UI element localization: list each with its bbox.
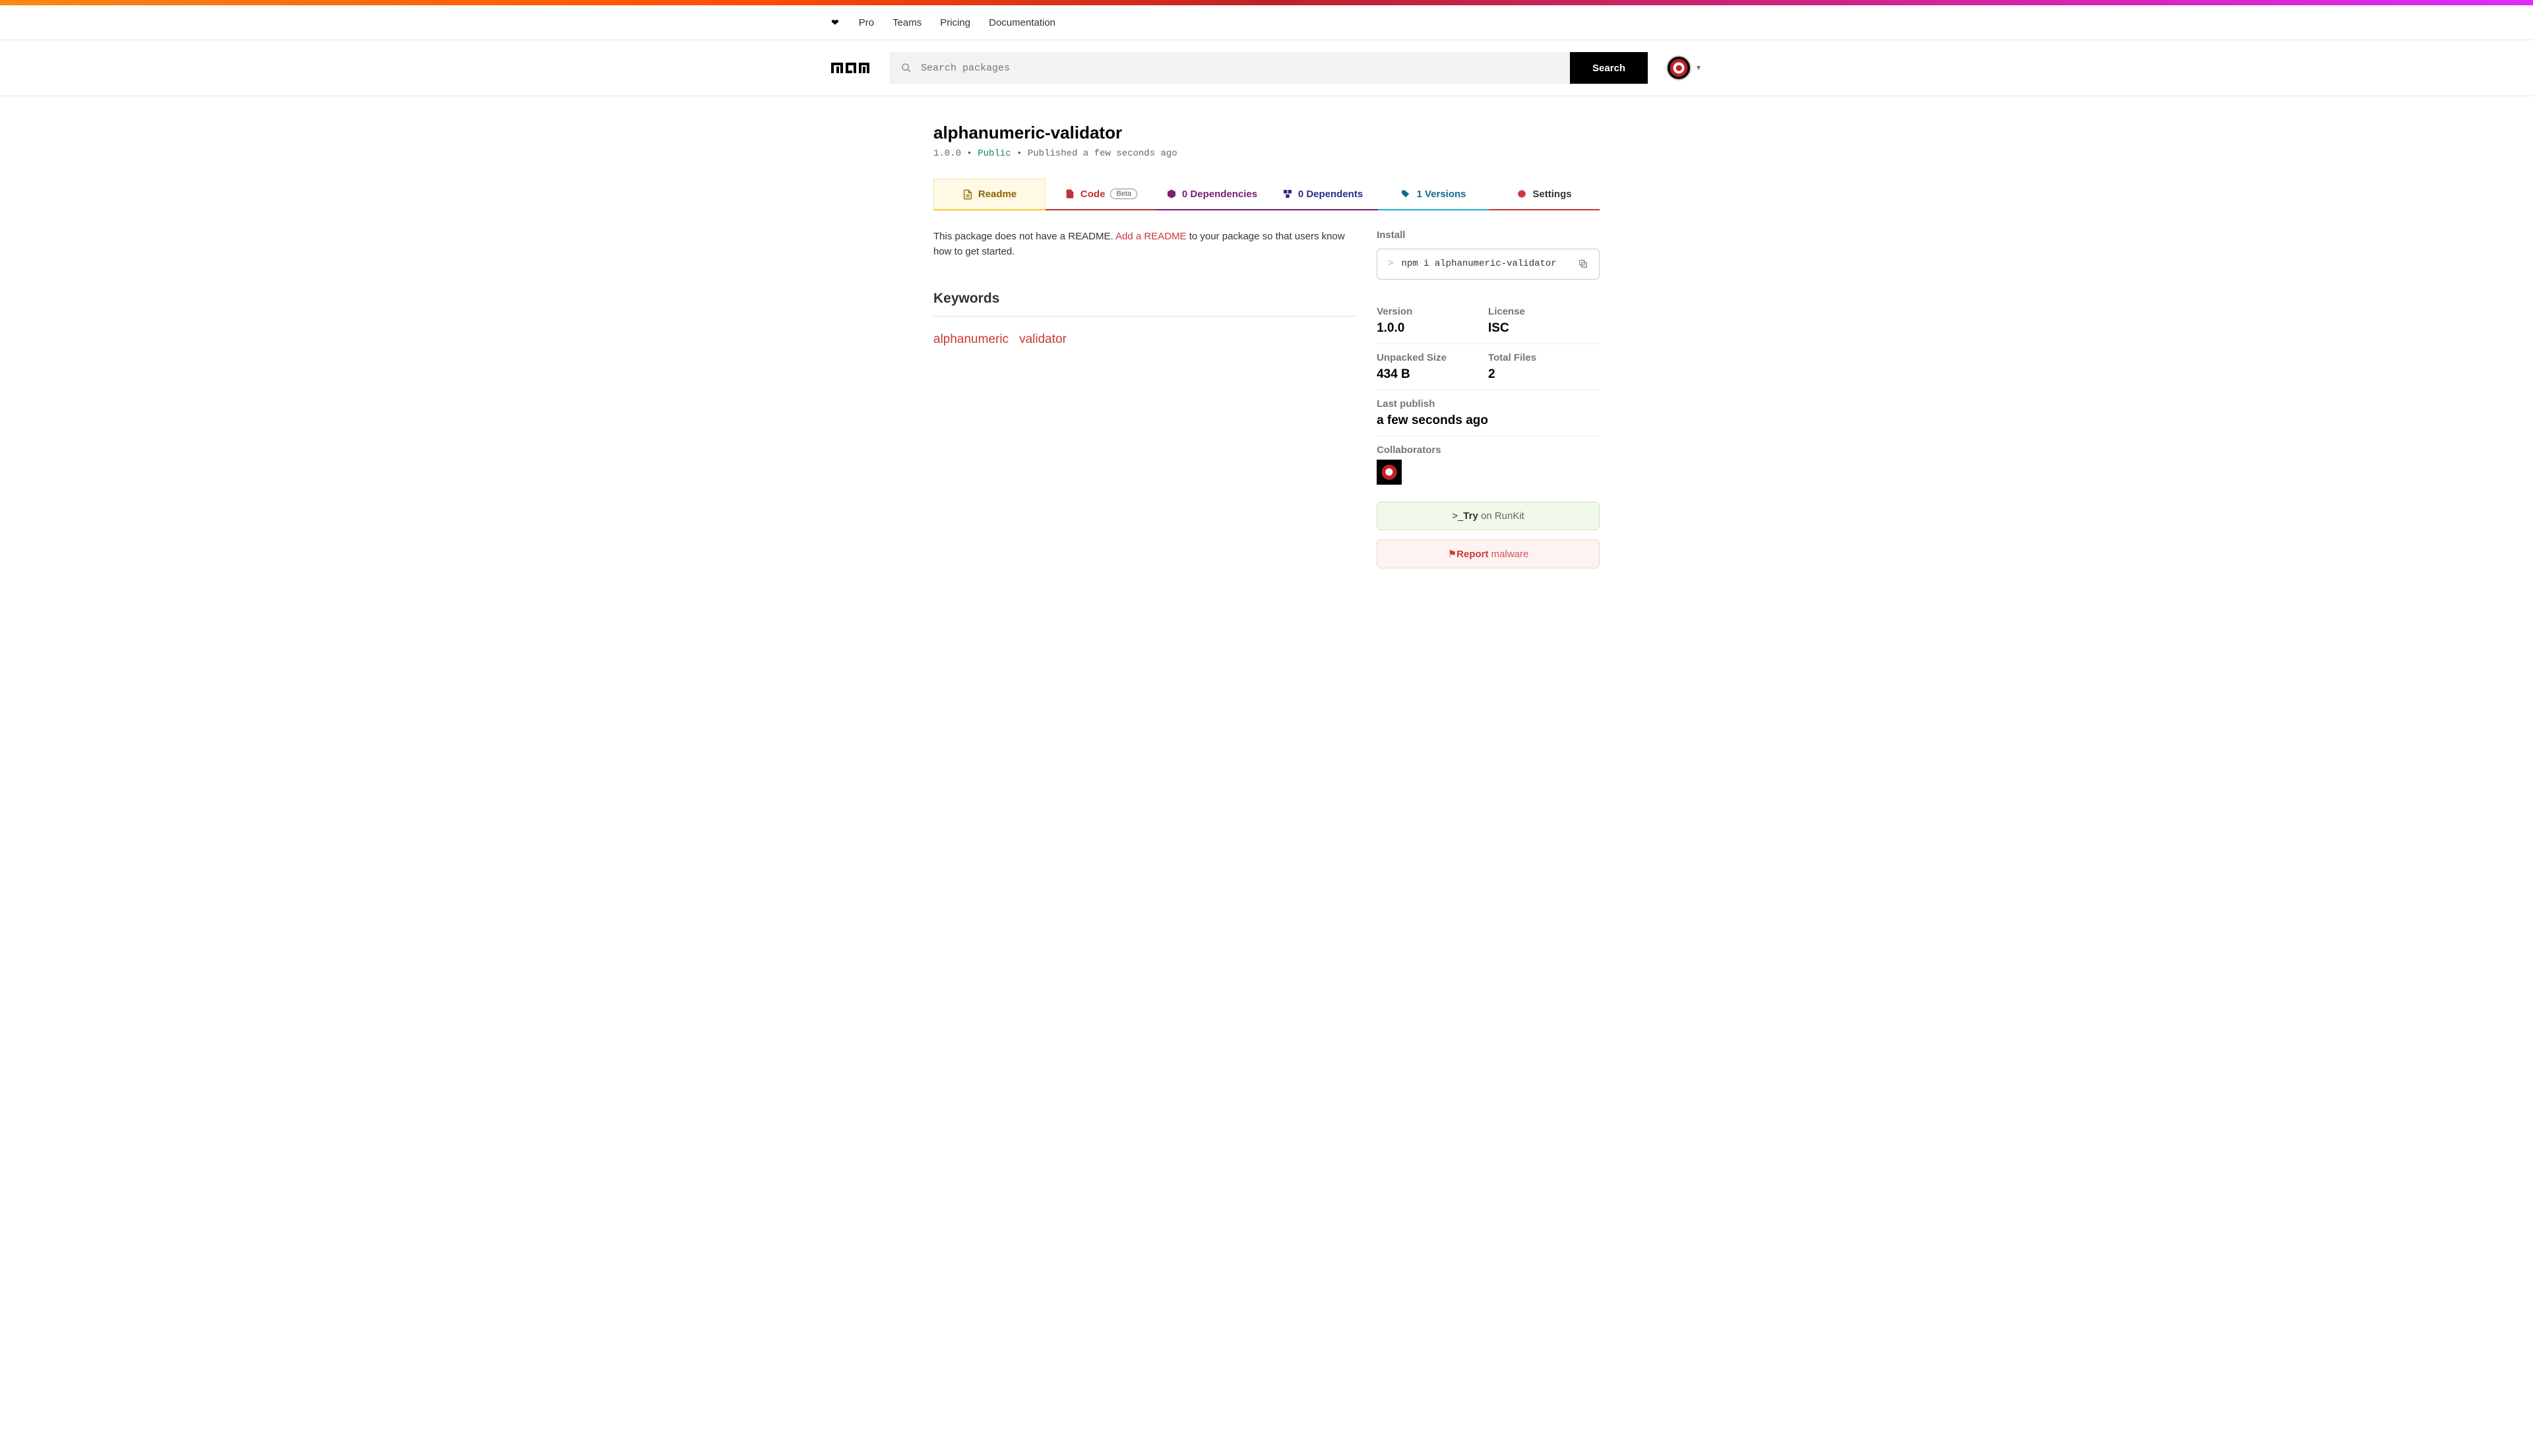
code-file-icon: [1065, 189, 1075, 199]
search-bar: Search ▼: [0, 40, 2533, 96]
terminal-icon: >_: [1452, 510, 1463, 522]
tab-versions[interactable]: 1 Versions: [1378, 179, 1489, 210]
keyword-link[interactable]: validator: [1019, 332, 1067, 347]
size-label: Unpacked Size: [1377, 352, 1488, 363]
package-visibility: Public: [978, 148, 1011, 159]
keywords-list: alphanumeric validator: [933, 332, 1357, 347]
package-version: 1.0.0: [933, 148, 961, 159]
user-menu[interactable]: ▼: [1666, 55, 1702, 80]
add-readme-link[interactable]: Add a README: [1115, 231, 1187, 242]
tab-settings[interactable]: Settings: [1489, 179, 1600, 210]
gradient-bar: [0, 0, 2533, 5]
flag-icon: ⚑: [1448, 549, 1456, 560]
tab-settings-label: Settings: [1532, 189, 1571, 200]
tab-code[interactable]: Code Beta: [1046, 179, 1156, 210]
sidebar: Install > npm i alphanumeric-validator V…: [1377, 229, 1600, 568]
file-icon: [962, 189, 973, 200]
license-label: License: [1488, 306, 1600, 317]
license-value: ISC: [1488, 321, 1600, 336]
nav-link-teams[interactable]: Teams: [892, 17, 922, 28]
search-input[interactable]: [921, 63, 1558, 74]
package-published: Published a few seconds ago: [1028, 148, 1177, 159]
nav-link-documentation[interactable]: Documentation: [989, 17, 1055, 28]
nav-link-pro[interactable]: Pro: [859, 17, 874, 28]
search-button[interactable]: Search: [1570, 52, 1648, 84]
collaborators-label: Collaborators: [1377, 444, 1600, 456]
tab-dependents[interactable]: 0 Dependents: [1267, 179, 1378, 210]
prompt-icon: >: [1388, 258, 1393, 269]
install-label: Install: [1377, 229, 1600, 241]
report-malware-button[interactable]: ⚑Report malware: [1377, 539, 1600, 568]
package-meta: 1.0.0 • Public • Published a few seconds…: [933, 148, 1600, 159]
install-box[interactable]: > npm i alphanumeric-validator: [1377, 249, 1600, 280]
search-form: Search: [889, 52, 1648, 84]
keywords-heading: Keywords: [933, 291, 1357, 317]
avatar: [1666, 55, 1691, 80]
tabs: Readme Code Beta 0 Dependencies 0 Depend…: [933, 179, 1600, 211]
boxes-icon: [1282, 189, 1293, 199]
files-value: 2: [1488, 367, 1600, 382]
files-label: Total Files: [1488, 352, 1600, 363]
copy-icon[interactable]: [1578, 258, 1588, 270]
tab-dependencies-label: 0 Dependencies: [1182, 189, 1257, 200]
last-publish-value: a few seconds ago: [1377, 413, 1600, 428]
tab-readme[interactable]: Readme: [933, 179, 1046, 210]
tab-dependents-label: 0 Dependents: [1298, 189, 1363, 200]
search-icon: [901, 62, 912, 74]
nav-links: Pro Teams Pricing Documentation: [859, 17, 1055, 28]
readme-empty-text: This package does not have a README. Add…: [933, 229, 1357, 259]
tab-readme-label: Readme: [978, 189, 1016, 200]
caret-down-icon: ▼: [1695, 65, 1702, 72]
version-value: 1.0.0: [1377, 321, 1488, 336]
tab-versions-label: 1 Versions: [1416, 189, 1466, 200]
keyword-link[interactable]: alphanumeric: [933, 332, 1009, 347]
gear-icon: [1517, 189, 1527, 199]
version-label: Version: [1377, 306, 1488, 317]
try-runkit-button[interactable]: >_Try on RunKit: [1377, 502, 1600, 530]
cube-icon: [1166, 189, 1177, 199]
top-nav: ❤ Pro Teams Pricing Documentation: [0, 5, 2533, 40]
beta-badge: Beta: [1110, 189, 1137, 199]
tab-dependencies[interactable]: 0 Dependencies: [1156, 179, 1267, 210]
main-content: This package does not have a README. Add…: [933, 229, 1357, 568]
heart-icon[interactable]: ❤: [831, 17, 839, 28]
nav-link-pricing[interactable]: Pricing: [940, 17, 970, 28]
package-title: alphanumeric-validator: [933, 123, 1600, 143]
tab-code-label: Code: [1080, 189, 1106, 200]
tags-icon: [1400, 189, 1411, 199]
install-command: npm i alphanumeric-validator: [1401, 258, 1578, 269]
size-value: 434 B: [1377, 367, 1488, 382]
last-publish-label: Last publish: [1377, 398, 1600, 410]
npm-logo[interactable]: [831, 61, 871, 75]
collaborator-avatar[interactable]: [1377, 460, 1402, 485]
